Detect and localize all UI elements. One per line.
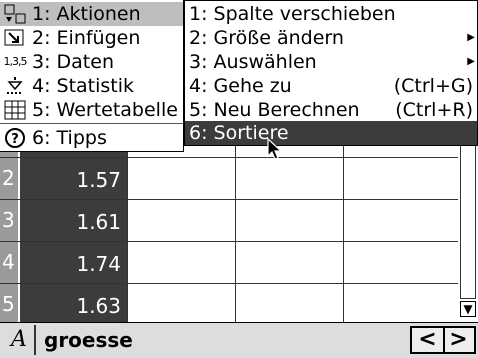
cell-b[interactable] — [127, 158, 235, 199]
table-row[interactable]: 4 1.74 — [0, 241, 458, 283]
cell-b[interactable] — [127, 284, 235, 322]
row-number: 3 — [0, 200, 18, 241]
arrow-right-icon[interactable]: > — [443, 328, 474, 352]
actions-icon — [2, 3, 28, 25]
table-row[interactable]: 5 1.63 — [0, 283, 458, 323]
submenu-item-label: 3: Auswählen — [189, 51, 317, 73]
column-letter: A — [4, 325, 36, 355]
chevron-right-icon: ▶ — [467, 56, 475, 67]
insert-icon — [2, 27, 28, 49]
submenu-item-label: 5: Neu Berechnen — [189, 99, 360, 121]
table-row[interactable]: 2 1.57 — [0, 157, 458, 199]
arrow-left-icon[interactable]: < — [412, 328, 445, 352]
cell-a[interactable]: 1.61 — [20, 200, 127, 241]
submenu-item-label: 1: Spalte verschieben — [189, 3, 396, 25]
submenu-item-select[interactable]: 3: Auswählen ▶ — [185, 50, 477, 74]
submenu-item-label: 4: Gehe zu — [189, 75, 292, 97]
menu-item-label: 5: Wertetabelle — [32, 99, 178, 121]
cell-c[interactable] — [235, 158, 343, 199]
chevron-right-icon: ▶ — [467, 32, 475, 43]
menu-item-label: 6: Tipps — [32, 127, 107, 149]
row-number: 5 — [0, 284, 18, 322]
column-name[interactable]: groesse — [44, 323, 133, 357]
submenu-item-goto[interactable]: 4: Gehe zu (Ctrl+G) — [185, 74, 477, 98]
cell-d[interactable] — [343, 200, 451, 241]
table-row[interactable]: 3 1.61 — [0, 199, 458, 241]
menu-item-label: 1: Aktionen — [32, 3, 141, 25]
menu-item-hints[interactable]: ? 6: Tipps — [0, 126, 183, 150]
cell-d[interactable] — [343, 158, 451, 199]
cell-c[interactable] — [235, 200, 343, 241]
shortcut-label: (Ctrl+G) — [393, 75, 473, 97]
menu-item-insert[interactable]: 2: Einfügen — [0, 26, 183, 50]
cell-a[interactable]: 1.57 — [20, 158, 127, 199]
menu-separator — [0, 123, 183, 124]
menu-item-statistics[interactable]: 4: Statistik — [0, 74, 183, 98]
submenu-item-move-column[interactable]: 1: Spalte verschieben — [185, 2, 477, 26]
entry-line: A groesse < > — [0, 322, 478, 358]
table-icon — [2, 99, 28, 121]
cell-b[interactable] — [127, 200, 235, 241]
submenu-item-resize[interactable]: 2: Größe ändern ▶ — [185, 26, 477, 50]
submenu-item-label: 2: Größe ändern — [189, 27, 344, 49]
svg-text:?: ? — [11, 132, 19, 147]
mouse-pointer-icon — [267, 138, 283, 160]
cell-d[interactable] — [343, 284, 451, 322]
shortcut-label: (Ctrl+R) — [395, 99, 473, 121]
menu-item-label: 2: Einfügen — [32, 27, 141, 49]
statistics-icon — [2, 75, 28, 97]
data-icon: 1,3,5 — [3, 55, 28, 68]
row-number: 2 — [0, 158, 18, 199]
submenu-item-sort[interactable]: 6: Sortiere — [185, 121, 477, 145]
cell-a[interactable]: 1.74 — [20, 242, 127, 283]
menu-item-actions[interactable]: 1: Aktionen — [0, 2, 183, 26]
menu-item-value-table[interactable]: 5: Wertetabelle — [0, 98, 183, 122]
actions-submenu: 1: Spalte verschieben 2: Größe ändern ▶ … — [184, 0, 478, 146]
main-menu: 1: Aktionen 2: Einfügen 1,3,5 3: Daten 4… — [0, 0, 184, 152]
cell-b[interactable] — [127, 242, 235, 283]
cell-c[interactable] — [235, 242, 343, 283]
menu-item-label: 3: Daten — [32, 51, 114, 73]
menu-item-data[interactable]: 1,3,5 3: Daten — [0, 50, 183, 74]
cell-d[interactable] — [343, 242, 451, 283]
cell-a[interactable]: 1.63 — [20, 284, 127, 322]
nav-arrows: < > — [410, 326, 476, 354]
hints-icon: ? — [2, 127, 28, 149]
menu-item-label: 4: Statistik — [32, 75, 135, 97]
cell-c[interactable] — [235, 284, 343, 322]
scroll-down-icon[interactable]: ▼ — [460, 301, 476, 317]
row-number: 4 — [0, 242, 18, 283]
submenu-item-recalculate[interactable]: 5: Neu Berechnen (Ctrl+R) — [185, 98, 477, 122]
